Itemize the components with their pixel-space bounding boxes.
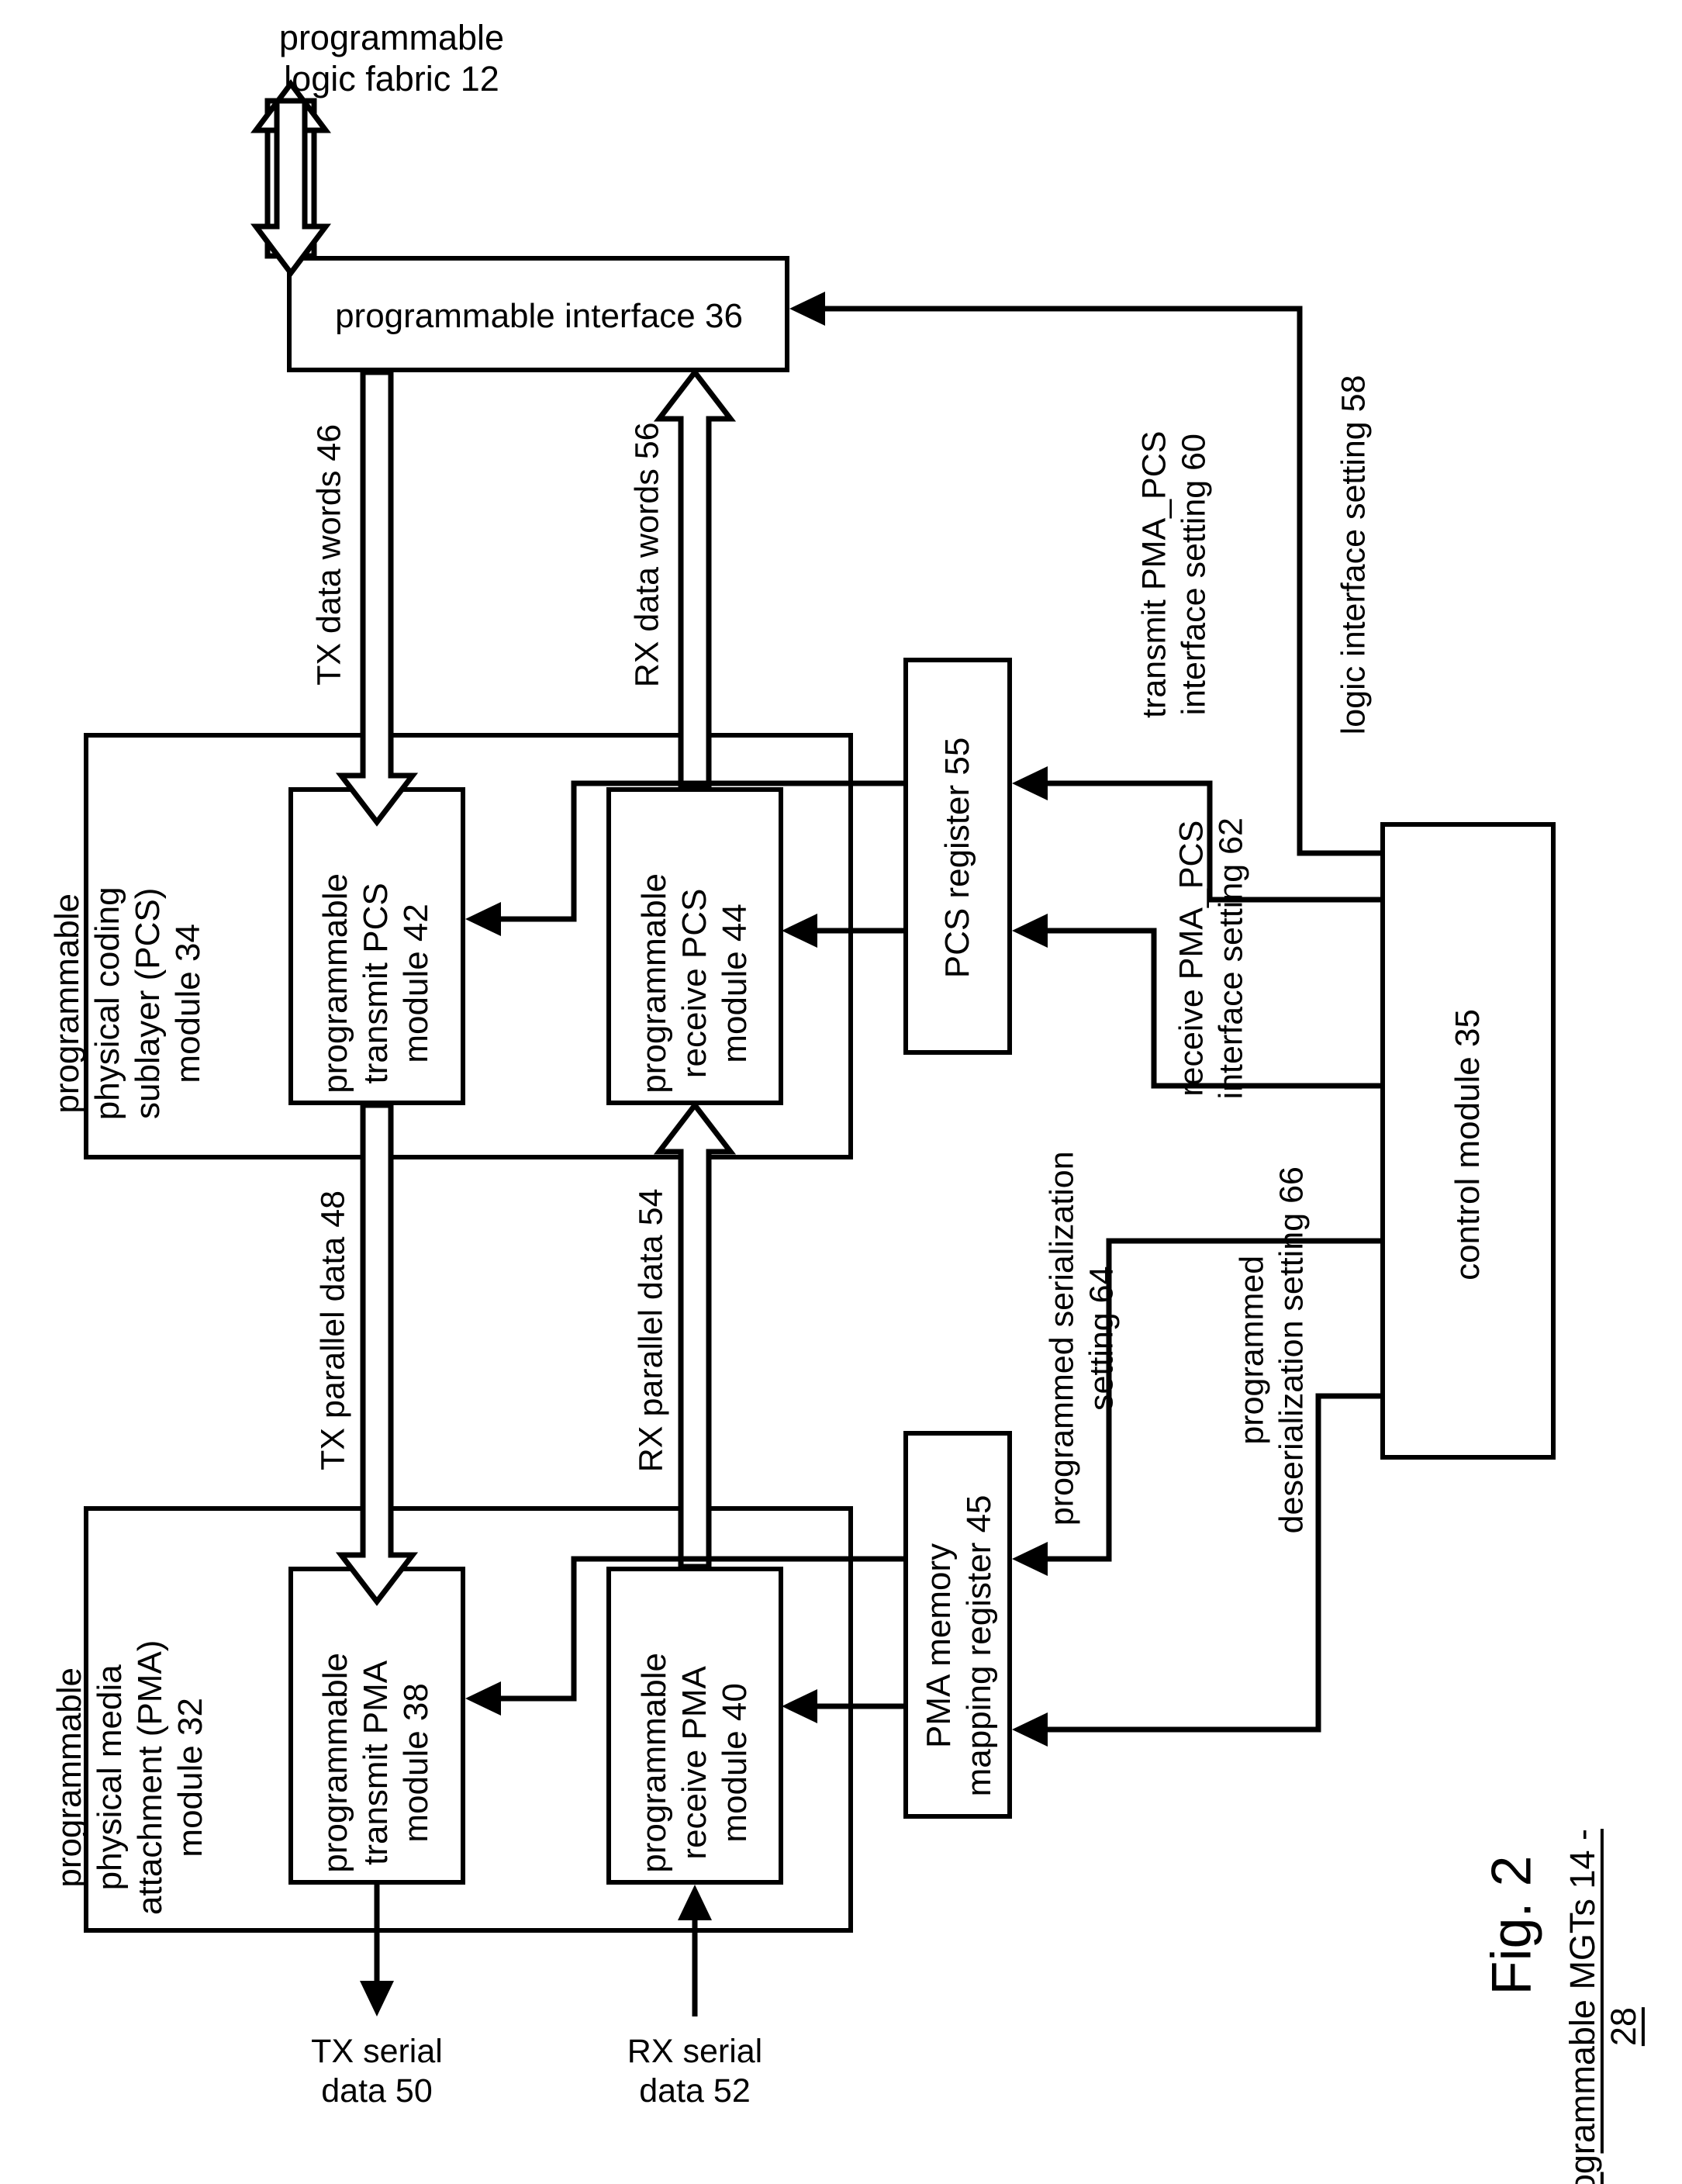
patent-figure-canvas: programmable logic fabric 12 programmabl… — [0, 0, 1682, 2184]
transmit-pma-pcs-setting-line — [1029, 780, 1380, 903]
rx-data-words-arrow — [653, 368, 737, 790]
logic-interface-setting-arrowhead — [789, 292, 825, 326]
programmed-deserialization-setting-arrowhead — [1012, 1712, 1048, 1747]
rx-serial-data-arrowhead — [678, 1885, 712, 1920]
programmed-serialization-setting-arrowhead — [1012, 1542, 1048, 1576]
pcs-register-to-transmit-line — [482, 780, 903, 922]
programmed-serialization-setting-line — [1029, 1238, 1380, 1562]
tx-data-words-arrow — [335, 369, 419, 827]
receive-pma-pcs-setting-arrowhead — [1012, 914, 1048, 948]
pma-register-to-transmit-arrowhead — [465, 1681, 501, 1716]
receive-pma-pcs-setting-line — [1029, 928, 1380, 1089]
pma-register-to-receive-arrowhead — [782, 1689, 817, 1723]
pma-register-to-transmit-line — [482, 1556, 903, 1702]
pcs-register-to-transmit-arrowhead — [465, 902, 501, 936]
rx-parallel-data-arrow — [653, 1101, 737, 1570]
pcs-register-to-receive-arrowhead — [782, 914, 817, 948]
logic-interface-setting-line — [806, 306, 1380, 856]
tx-serial-data-arrowhead — [360, 1981, 394, 2016]
transmit-pma-pcs-setting-arrowhead — [1012, 766, 1048, 800]
tx-parallel-data-arrow — [335, 1102, 419, 1606]
programmed-deserialization-setting-line — [1029, 1393, 1380, 1733]
connector-layer — [250, 79, 1380, 2016]
